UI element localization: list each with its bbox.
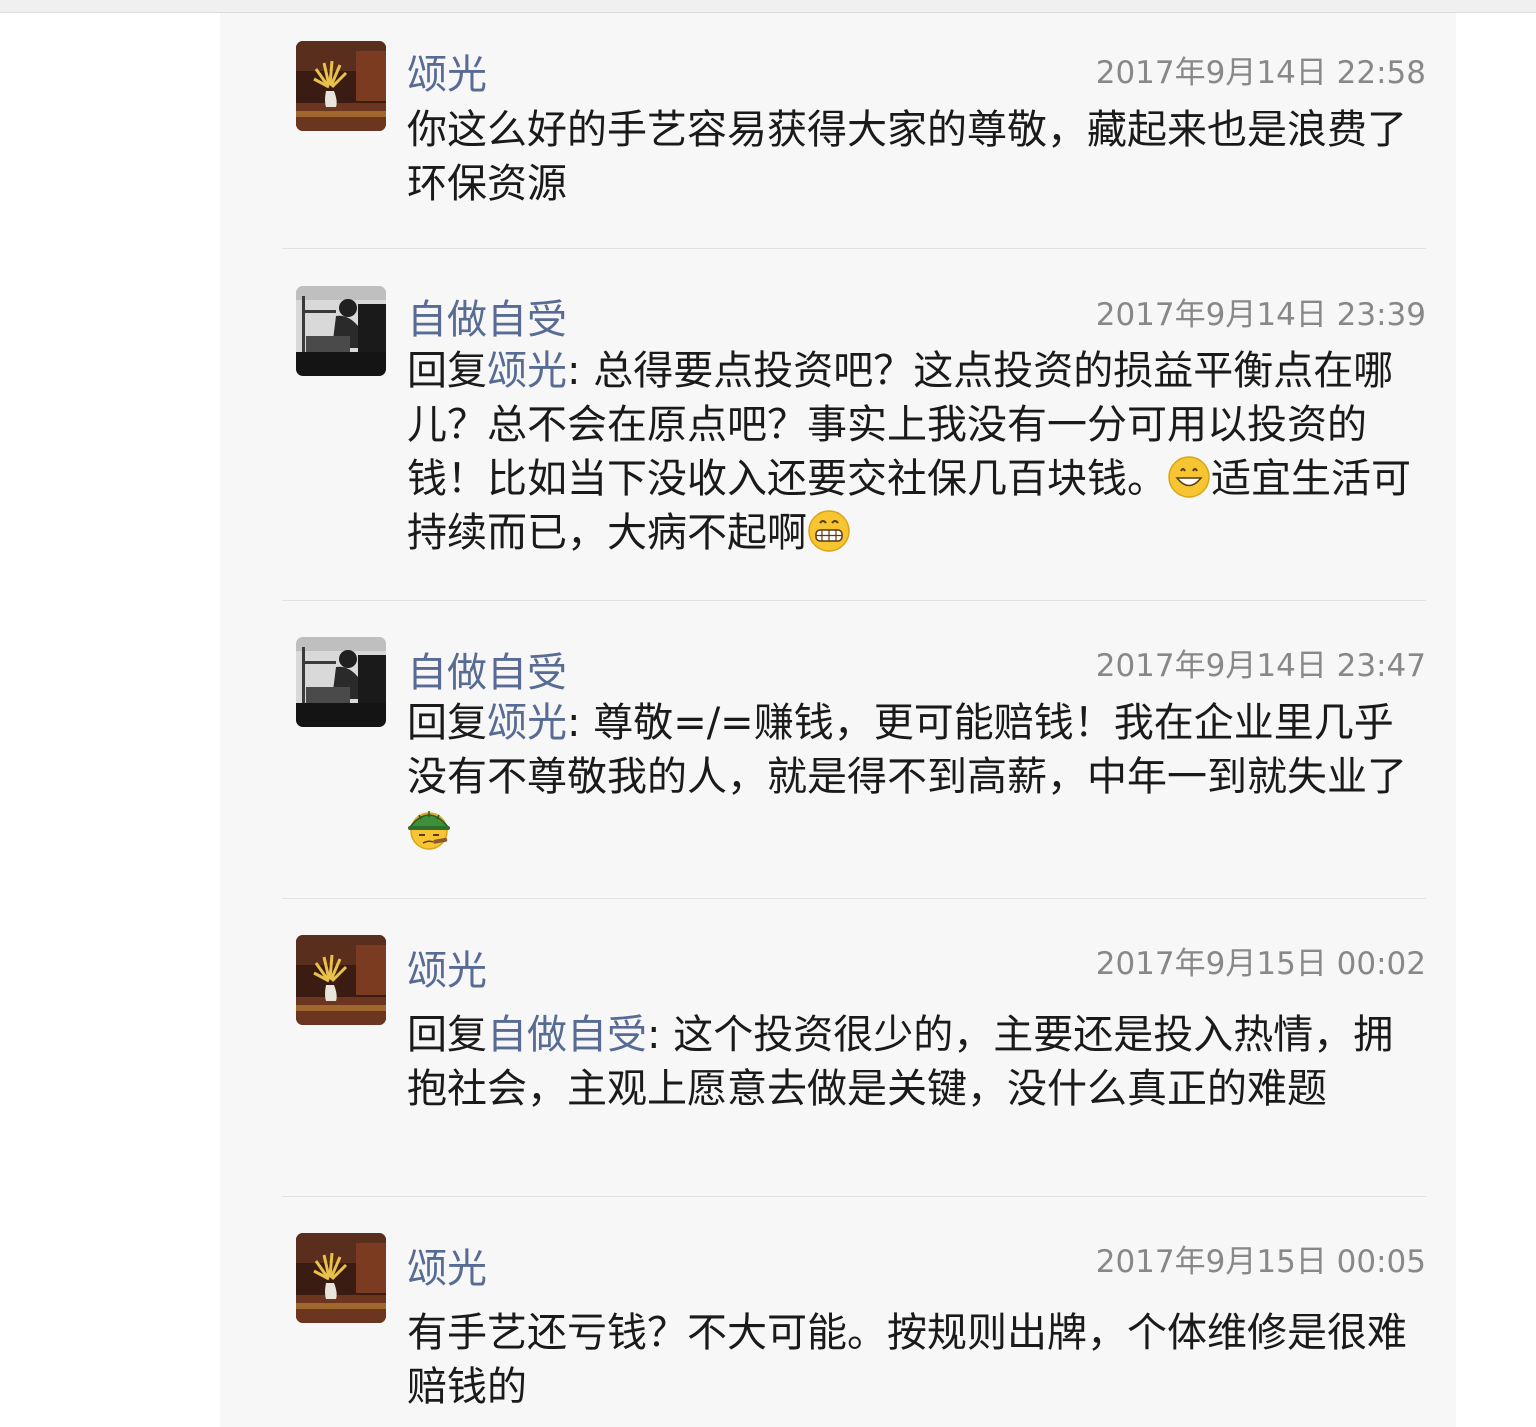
comment-timestamp: 2017年9月14日 23:47 — [1095, 648, 1426, 684]
reply-prefix: 回复 — [407, 1012, 487, 1058]
comment-text: 有手艺还亏钱？不大可能。按规则出牌，个体维修是很难赔钱的 — [407, 1310, 1407, 1410]
comment-timestamp: 2017年9月14日 23:39 — [1095, 297, 1426, 333]
avatar-workshop-photo-image — [296, 286, 386, 376]
comment-author[interactable]: 自做自受 — [407, 649, 567, 697]
comment-text: 回复颂光: 尊敬=/=赚钱，更可能赔钱！我在企业里几乎没有不尊敬我的人，就是得不… — [407, 696, 1432, 858]
comment-author[interactable]: 自做自受 — [407, 296, 567, 344]
comment-text: 回复自做自受: 这个投资很少的，主要还是投入热情，拥抱社会，主观上愿意去做是关键… — [407, 1008, 1432, 1116]
avatar[interactable] — [296, 286, 386, 376]
helmet-cigar-face-icon — [408, 811, 450, 850]
comments-panel: 颂光 2017年9月14日 22:58 你这么好的手艺容易获得大家的尊敬，藏起来… — [220, 13, 1456, 1427]
reply-to-link[interactable]: 颂光 — [487, 348, 567, 394]
divider — [282, 248, 1426, 249]
avatar-flower-vase-image — [296, 41, 386, 131]
avatar[interactable] — [296, 935, 386, 1025]
left-pane — [0, 13, 220, 1427]
comment-timestamp: 2017年9月15日 00:05 — [1095, 1244, 1426, 1280]
avatar[interactable] — [296, 1233, 386, 1323]
divider — [282, 898, 1426, 899]
comment-timestamp: 2017年9月14日 22:58 — [1095, 55, 1426, 91]
comment-author[interactable]: 颂光 — [407, 51, 487, 99]
avatar-workshop-photo-image — [296, 637, 386, 727]
comment-timestamp: 2017年9月15日 00:02 — [1095, 946, 1426, 982]
reply-prefix: 回复 — [407, 700, 487, 746]
comment-author[interactable]: 颂光 — [407, 1245, 487, 1293]
grimacing-face-icon — [808, 510, 850, 552]
grinning-face-icon — [1168, 456, 1210, 498]
comment-text: 你这么好的手艺容易获得大家的尊敬，藏起来也是浪费了环保资源 — [407, 107, 1407, 207]
avatar[interactable] — [296, 41, 386, 131]
right-pane — [1456, 13, 1536, 1427]
avatar-flower-vase-image — [296, 1233, 386, 1323]
divider — [282, 1196, 1426, 1197]
window-top-bar — [0, 0, 1536, 13]
comment-text: 回复颂光: 总得要点投资吧？这点投资的损益平衡点在哪儿？总不会在原点吧？事实上我… — [407, 344, 1432, 560]
avatar-flower-vase-image — [296, 935, 386, 1025]
reply-to-link[interactable]: 颂光 — [487, 700, 567, 746]
divider — [282, 600, 1426, 601]
comment-author[interactable]: 颂光 — [407, 947, 487, 995]
reply-to-link[interactable]: 自做自受 — [487, 1012, 647, 1058]
avatar[interactable] — [296, 637, 386, 727]
reply-prefix: 回复 — [407, 348, 487, 394]
